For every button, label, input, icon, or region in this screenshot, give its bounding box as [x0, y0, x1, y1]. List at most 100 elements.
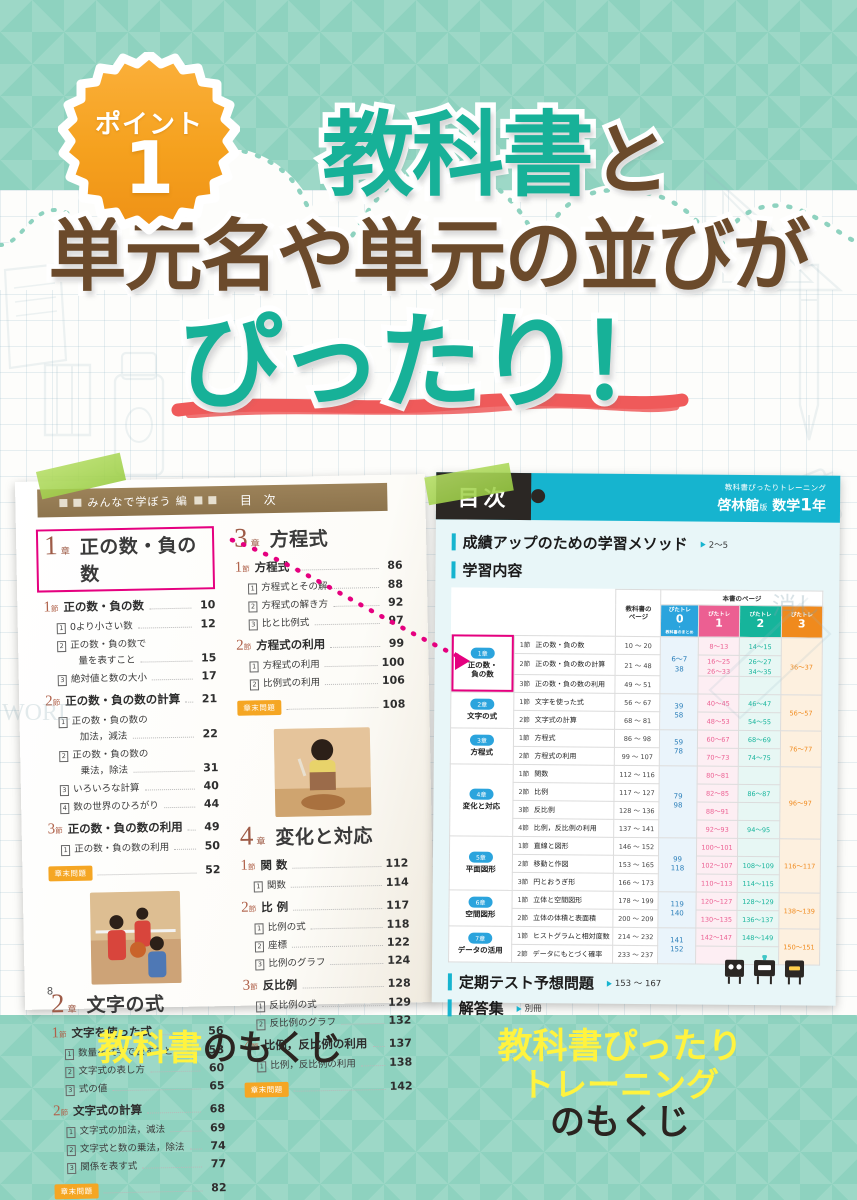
section-cell: 2節 比例 [512, 782, 615, 802]
subsection-page: 122 [386, 935, 410, 949]
pitatore2-cell: 148〜149 [736, 928, 779, 947]
caption-left: 教科書のもくじ [50, 1029, 390, 1069]
section-cell: 3節 反比例 [512, 800, 615, 820]
section-number: 2節 [518, 787, 530, 796]
subsection-title: 方程式の利用 [262, 659, 320, 672]
section-number: 2節 [517, 913, 529, 922]
chapter-cell: 1章 正の数・ 負の数 [450, 634, 515, 693]
subsection-page: 31 [203, 761, 219, 775]
th-textbook-pages: 教科書の ページ [615, 589, 662, 637]
pitatore3-cell: 116〜117 [778, 838, 821, 894]
subsection-title: 正の数・負の数の [71, 714, 148, 727]
subsection-number: 2 [249, 679, 260, 691]
pitatore0-cell: 79 98 [659, 765, 698, 838]
subsection-number: 3 [57, 675, 68, 687]
chapter-exercise-page: 108 [382, 697, 406, 711]
headline-line1-brown: と [587, 116, 675, 206]
subsection-row: 2 正の数・負の数で [57, 634, 216, 653]
brand-series-name: 教科書ぴったりトレーニング [724, 482, 827, 493]
method-pages: 2〜5 [700, 538, 728, 550]
pitatore2-cell: 128〜129 [737, 892, 779, 911]
section-page: 21 [201, 692, 218, 706]
workbook-brand: 教科書ぴったりトレーニング 啓林館版 数学1年 [717, 482, 826, 516]
subsection-title: 関数 [266, 879, 287, 892]
subsection-title: 絶対値と数の大小 [70, 672, 148, 685]
textbook-page-cell: 10 〜 20 [615, 636, 661, 655]
pitatore2-cell: 136〜137 [737, 910, 779, 929]
subsection-row: 1 方程式の利用 100 [249, 655, 405, 673]
chapter-name: 文字の式 [86, 993, 165, 1017]
textbook-page-cell: 137 〜 141 [614, 819, 660, 838]
leader-dots [332, 587, 380, 589]
textbook-page-cell: 233 〜 237 [612, 945, 659, 964]
pitatore2-cell [737, 802, 780, 821]
subsection-row: 4 数の世界のひろがり 44 [60, 796, 219, 815]
table-row: 3章 方程式 1節 方程式 86 〜 98 59 78 60〜67 68〜69 76〜77 [450, 727, 822, 768]
subsection-page: 12 [200, 617, 216, 631]
method-heading: 成績アップのための学習メソッド [462, 533, 688, 554]
subsection-page: 97 [388, 613, 404, 627]
brand-subject: 数学 [772, 498, 801, 515]
section-number: 1節 [518, 769, 530, 778]
section-unit-label: 節 [242, 564, 250, 574]
section-number: 1 [240, 857, 249, 874]
section-row: 2 節方程式の利用 99 [236, 635, 404, 655]
triangle-bullet-icon [516, 1005, 522, 1012]
subsection-title: 方程式とその解 [261, 581, 328, 594]
chapter-name: データの活用 [457, 945, 503, 956]
section-number: 1 [43, 599, 52, 616]
pitatore1-cell: 80〜81 [696, 765, 739, 785]
chapter-title: 3 章方程式 [234, 523, 402, 553]
section-cell: 2節 移動と作図 [512, 854, 614, 874]
textbook-page-cell: 21 〜 48 [615, 654, 661, 676]
tab-knob-decoration [531, 489, 546, 504]
leader-dots [97, 872, 197, 876]
leader-dots [292, 866, 382, 869]
subsection-number: 3 [248, 619, 259, 631]
textbook-page-cell: 214 〜 232 [613, 927, 659, 946]
section-title: 関 数 [260, 857, 288, 873]
svg-text:WORD: WORD [2, 700, 70, 726]
chapter-number: 3 [233, 522, 248, 553]
leader-dots [324, 665, 378, 668]
pitatore3-cell: 138〜139 [778, 892, 821, 930]
section-unit-label: 節 [247, 862, 256, 872]
caption-left-black: のもくじ [202, 1029, 343, 1069]
section-row: 2節比 例 117 [241, 896, 409, 916]
section-page: 117 [386, 898, 410, 912]
word-text-doodle: WORD [2, 700, 70, 726]
textbook-header-text: みんなで学ぼう 編 [87, 494, 188, 510]
bottom-captions: 教科書のもくじ 教科書ぴったり トレーニング のもくじ [0, 1016, 857, 1200]
leader-dots [185, 701, 194, 703]
heading-bar-icon [447, 999, 452, 1017]
footer-link-pages: 153 〜 167 [606, 977, 661, 990]
pitatore1-cell: 130〜135 [695, 909, 738, 929]
subsection-page: 92 [387, 595, 404, 609]
leader-dots [144, 788, 195, 791]
chapter-pill: 2章 [470, 698, 495, 711]
section-number: 3節 [519, 679, 531, 688]
section-number: 2 [241, 899, 249, 916]
section-number: 2節 [517, 949, 528, 958]
textbook-header-title: 目 次 [239, 492, 280, 508]
subsection-number: 1 [249, 661, 259, 673]
th-blank-section [514, 588, 617, 637]
textbook-page-cell: 68 〜 81 [614, 711, 661, 730]
table-row: 6章 空間図形 1節 立体と空間図形 178 〜 199 119 140 120〜127 128… [448, 889, 821, 930]
section-title: 正の数・負の数 [63, 598, 144, 615]
subsection-page: 114 [385, 875, 409, 889]
chapter-cell: 2章 文字の式 [450, 691, 514, 729]
section-number: 1節 [519, 640, 531, 649]
section-number: 2節 [519, 660, 531, 669]
triangle-bullet-icon [606, 980, 612, 987]
pitatore0-cell: 141 152 [657, 927, 696, 964]
subsection-title: 正の数・負の数の [72, 748, 149, 761]
headline-line1-teal: 教科書 [316, 102, 599, 209]
leader-dots [163, 806, 196, 809]
section-cell: 2節 データにもとづく確率 [511, 944, 614, 964]
textbook-page-cell: 153 〜 165 [613, 855, 659, 874]
section-row: 3 節正の数・負の数の利用 49 [47, 818, 219, 838]
subsection-title: 比例のグラフ [268, 957, 326, 970]
textbook-page-cell: 86 〜 98 [614, 729, 661, 748]
chapter-pill: 6章 [468, 896, 493, 909]
